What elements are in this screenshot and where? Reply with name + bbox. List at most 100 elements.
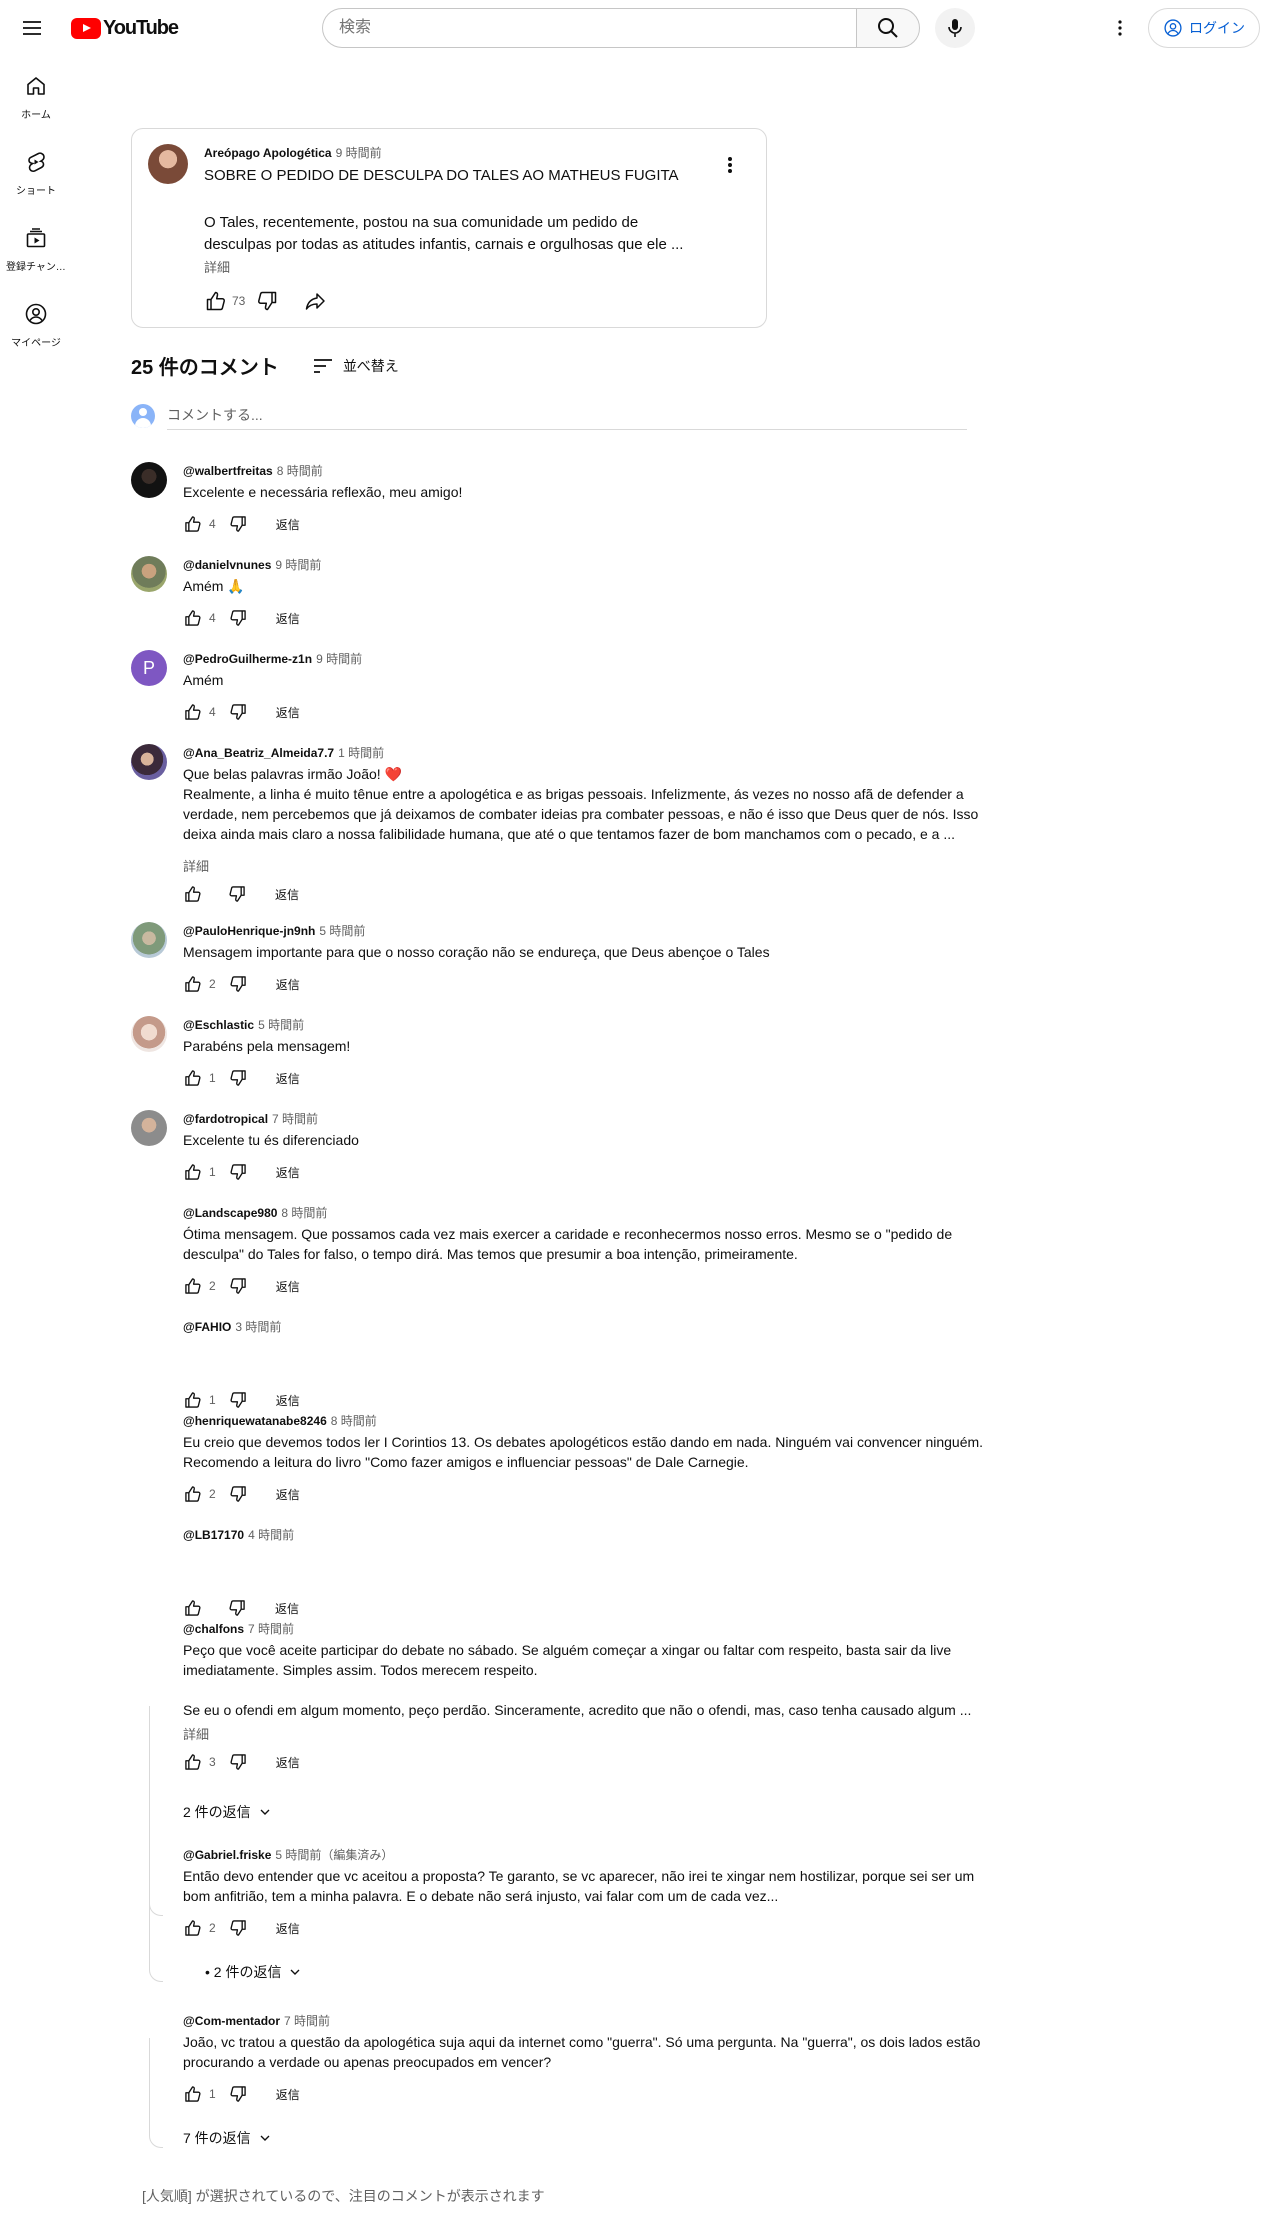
guide-item-shorts[interactable]: ショート	[4, 132, 68, 208]
comment-author[interactable]: @Gabriel.friske	[183, 1848, 271, 1862]
reply-button[interactable]: 返信	[276, 610, 300, 627]
show-replies-button[interactable]: • 2 件の返信	[205, 1962, 303, 1982]
comment-author[interactable]: @Ana_Beatriz_Almeida7.7	[183, 746, 334, 760]
dislike-button[interactable]	[221, 878, 253, 910]
like-button[interactable]	[177, 1062, 209, 1094]
commenter-avatar[interactable]	[131, 1016, 167, 1052]
post-read-more[interactable]: 詳細	[204, 257, 230, 276]
comment-author[interactable]: @Eschlastic	[183, 1018, 254, 1032]
comment-author[interactable]: @FAHIO	[183, 1320, 231, 1334]
reply-button[interactable]: 返信	[276, 1070, 300, 1087]
comment-time[interactable]: 8 時間前	[277, 464, 323, 478]
add-comment-input[interactable]	[167, 404, 967, 430]
dislike-button[interactable]	[251, 285, 283, 317]
comment-read-more[interactable]: 詳細	[183, 1724, 209, 1743]
post-author-name[interactable]: Areópago Apologética	[204, 146, 332, 160]
sort-button[interactable]: 並べ替え	[311, 354, 399, 378]
commenter-avatar[interactable]	[131, 1110, 167, 1146]
like-button[interactable]	[177, 878, 209, 910]
reply-button[interactable]: 返信	[276, 1164, 300, 1181]
commenter-avatar[interactable]	[131, 462, 167, 498]
comment-author[interactable]: @PauloHenrique-jn9nh	[183, 924, 315, 938]
comment-time[interactable]: 5 時間前	[258, 1018, 304, 1032]
comment-time[interactable]: 3 時間前	[235, 1320, 281, 1334]
reply-button[interactable]: 返信	[276, 2086, 300, 2103]
comment-author[interactable]: @PedroGuilherme-z1n	[183, 652, 312, 666]
comment-time[interactable]: 5 時間前	[319, 924, 365, 938]
login-button[interactable]: ログイン	[1148, 8, 1260, 48]
comment-time[interactable]: 5 時間前（編集済み）	[275, 1848, 393, 1862]
like-button[interactable]	[200, 285, 232, 317]
dislike-button[interactable]	[222, 696, 254, 728]
dislike-button[interactable]	[222, 602, 254, 634]
show-replies-button[interactable]: 7 件の返信	[183, 2128, 273, 2148]
dislike-button[interactable]	[222, 1746, 254, 1778]
comment-author[interactable]: @chalfons	[183, 1622, 244, 1636]
comment-time[interactable]: 4 時間前	[248, 1528, 294, 1542]
like-button[interactable]	[177, 1912, 209, 1944]
like-button[interactable]	[177, 2078, 209, 2110]
menu-icon[interactable]	[20, 16, 44, 40]
like-button[interactable]	[177, 1746, 209, 1778]
show-replies-button[interactable]: 2 件の返信	[183, 1802, 273, 1822]
share-button[interactable]	[299, 285, 331, 317]
comment-author[interactable]: @LB17170	[183, 1528, 244, 1542]
comment-time[interactable]: 7 時間前	[248, 1622, 294, 1636]
reply-button[interactable]: 返信	[276, 1278, 300, 1295]
commenter-avatar[interactable]	[131, 922, 167, 958]
guide-item-subscriptions[interactable]: 登録チャンネル	[4, 208, 68, 284]
reply-button[interactable]: 返信	[276, 704, 300, 721]
post-author[interactable]: Areópago Apologética 9 時間前	[204, 144, 382, 161]
like-button[interactable]	[177, 696, 209, 728]
comment-time[interactable]: 7 時間前	[272, 1112, 318, 1126]
dislike-button[interactable]	[222, 2078, 254, 2110]
reply-button[interactable]: 返信	[276, 1392, 300, 1409]
comment-author[interactable]: @henriquewatanabe8246	[183, 1414, 327, 1428]
comment-author[interactable]: @fardotropical	[183, 1112, 268, 1126]
comment-time[interactable]: 8 時間前	[281, 1206, 327, 1220]
dislike-button[interactable]	[222, 968, 254, 1000]
reply-button[interactable]: 返信	[276, 516, 300, 533]
dislike-button[interactable]	[222, 1478, 254, 1510]
reply-button[interactable]: 返信	[275, 886, 299, 903]
reply-button[interactable]: 返信	[276, 1920, 300, 1937]
like-button[interactable]	[177, 1478, 209, 1510]
commenter-avatar[interactable]: P	[131, 650, 167, 686]
guide-item-home[interactable]: ホーム	[4, 56, 68, 132]
reply-button[interactable]: 返信	[276, 1754, 300, 1771]
guide-item-you[interactable]: マイページ	[4, 284, 68, 360]
commenter-avatar[interactable]	[131, 744, 167, 780]
comment-time[interactable]: 1 時間前	[338, 746, 384, 760]
dislike-button[interactable]	[222, 508, 254, 540]
youtube-logo[interactable]: YouTube	[71, 17, 179, 39]
dislike-button[interactable]	[222, 1270, 254, 1302]
like-button[interactable]	[177, 1156, 209, 1188]
comment-time[interactable]: 8 時間前	[331, 1414, 377, 1428]
search-input[interactable]	[322, 8, 856, 48]
dislike-button[interactable]	[222, 1062, 254, 1094]
settings-more-button[interactable]	[1108, 16, 1132, 40]
voice-search-button[interactable]	[935, 8, 975, 48]
like-button[interactable]	[177, 968, 209, 1000]
reply-button[interactable]: 返信	[276, 1486, 300, 1503]
like-button[interactable]	[177, 1270, 209, 1302]
search-button[interactable]	[856, 8, 920, 48]
comment-author[interactable]: @danielvnunes	[183, 558, 271, 572]
comment-time[interactable]: 7 時間前	[284, 2014, 330, 2028]
dislike-button[interactable]	[222, 1912, 254, 1944]
comment-read-more[interactable]: 詳細	[183, 856, 209, 875]
comment-author[interactable]: @Com-mentador	[183, 2014, 280, 2028]
comment-time[interactable]: 9 時間前	[275, 558, 321, 572]
like-button[interactable]	[177, 508, 209, 540]
reply-button[interactable]: 返信	[276, 976, 300, 993]
commenter-avatar[interactable]	[131, 556, 167, 592]
channel-avatar[interactable]	[148, 144, 188, 184]
post-menu-button[interactable]	[718, 153, 742, 182]
comment-author[interactable]: @walbertfreitas	[183, 464, 273, 478]
like-button[interactable]	[177, 602, 209, 634]
comment-time[interactable]: 9 時間前	[316, 652, 362, 666]
reply-button[interactable]: 返信	[275, 1600, 299, 1617]
dislike-button[interactable]	[222, 1156, 254, 1188]
comment-header: @Ana_Beatriz_Almeida7.7 1 時間前	[183, 744, 384, 761]
comment-author[interactable]: @Landscape980	[183, 1206, 277, 1220]
